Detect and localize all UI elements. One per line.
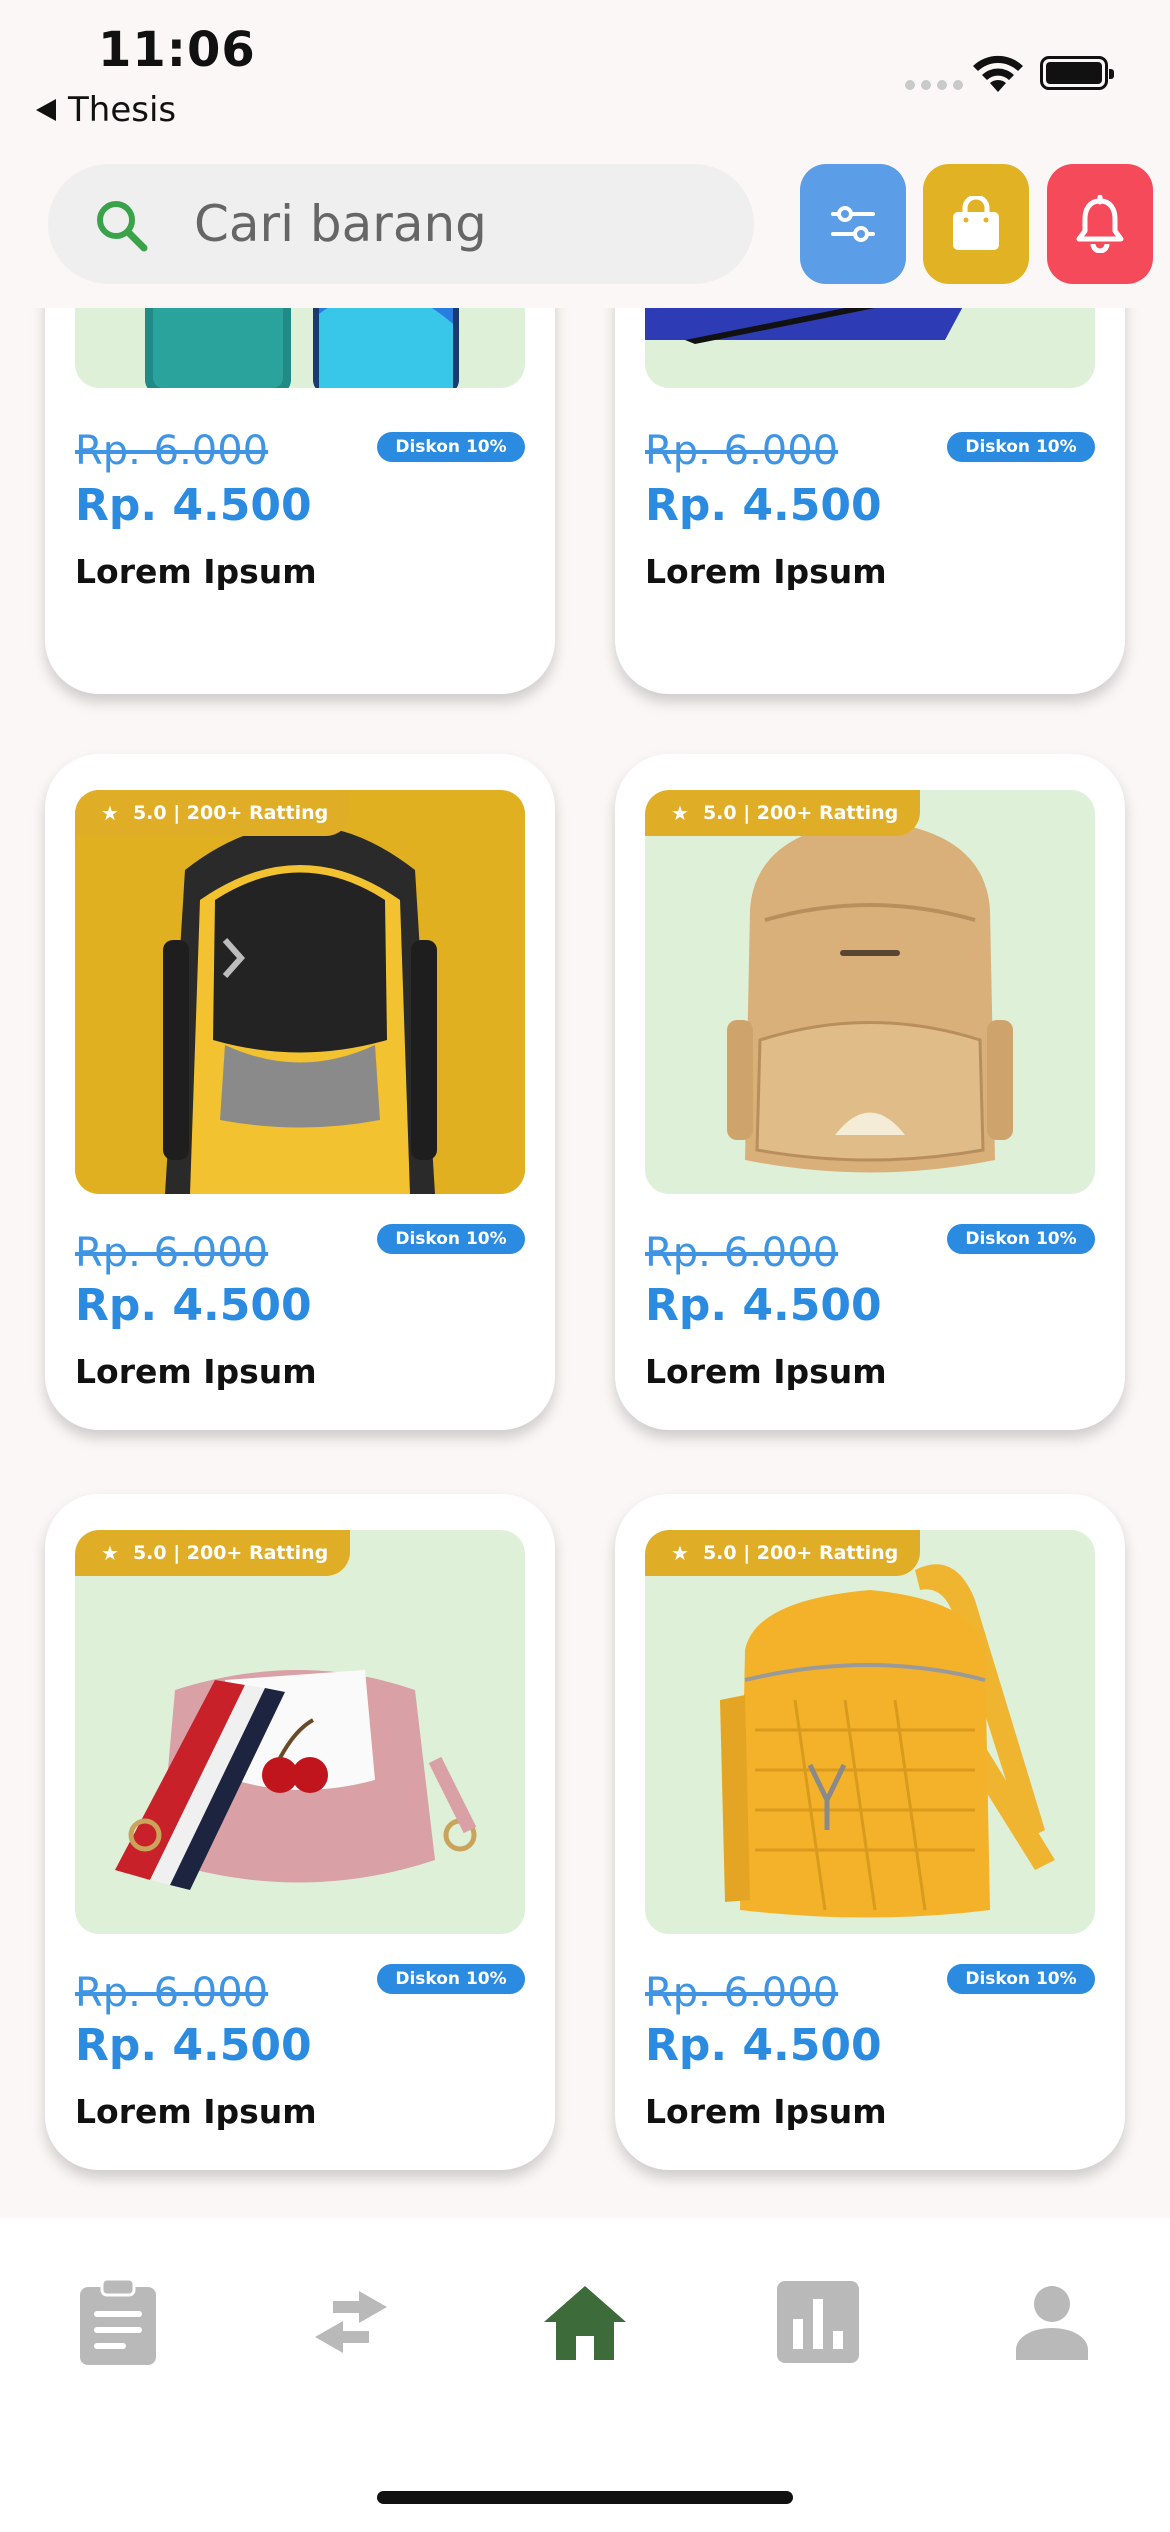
product-image: ★ 5.0 | 200+ Ratting [75, 790, 525, 1194]
rating-text: 5.0 | 200+ Ratting [702, 1542, 899, 1564]
product-image [645, 308, 1095, 388]
original-price: Rp. 6.000 [645, 1970, 839, 2016]
nav-item-home[interactable] [535, 2272, 635, 2372]
filter-icon [831, 206, 875, 242]
search-icon [97, 201, 148, 252]
product-card[interactable]: ★ 5.0 | 200+ Ratting Rp. 6.000 Diskon 10… [45, 1494, 555, 2170]
bottom-navigation [0, 2218, 1170, 2532]
product-name: Lorem Ipsum [645, 1352, 887, 1391]
product-card[interactable]: Rp. 6.000 Diskon 10% Rp. 4.500 Lorem Ips… [45, 308, 555, 694]
beige-backpack-image [727, 792, 1013, 1173]
wifi-icon [973, 55, 1023, 92]
product-image: ★ 5.0 | 200+ Ratting [75, 1530, 525, 1934]
pink-shoulder-bag-image [115, 1670, 477, 1890]
back-app-label: Thesis [68, 90, 177, 130]
discount-badge: Diskon 10% [377, 432, 525, 462]
nav-item-statistics[interactable] [768, 2272, 868, 2372]
rating-badge: ★ 5.0 | 200+ Ratting [75, 790, 351, 836]
product-grid: Rp. 6.000 Diskon 10% Rp. 4.500 Lorem Ips… [0, 308, 1170, 2218]
discounted-price: Rp. 4.500 [75, 1280, 312, 1331]
discount-badge: Diskon 10% [377, 1964, 525, 1994]
product-card[interactable]: ★ 5.0 | 200+ Ratting Rp. 6.000 Diskon 10… [615, 754, 1125, 1430]
nav-item-orders[interactable] [68, 2272, 168, 2372]
rating-text: 5.0 | 200+ Ratting [132, 1542, 329, 1564]
mustard-backpack-image [720, 1564, 1055, 1918]
status-bar: 11:06 Thesis [0, 0, 1170, 150]
original-price: Rp. 6.000 [75, 428, 269, 474]
nav-item-transactions[interactable] [301, 2272, 401, 2372]
discounted-price: Rp. 4.500 [75, 480, 312, 531]
yellow-backpack-image [163, 825, 437, 1194]
home-indicator [377, 2491, 793, 2504]
product-card[interactable]: ★ 5.0 | 200+ Ratting Rp. 6.000 Diskon 10… [615, 1494, 1125, 2170]
product-name: Lorem Ipsum [75, 552, 317, 591]
product-image [75, 308, 525, 388]
product-name: Lorem Ipsum [645, 552, 887, 591]
original-price: Rp. 6.000 [75, 1230, 269, 1276]
product-name: Lorem Ipsum [75, 1352, 317, 1391]
search-input[interactable] [194, 188, 714, 260]
discounted-price: Rp. 4.500 [645, 480, 882, 531]
nav-item-profile[interactable] [1002, 2272, 1102, 2372]
original-price: Rp. 6.000 [645, 1230, 839, 1276]
clipboard-icon [80, 2277, 156, 2365]
swap-arrows-icon [315, 2291, 387, 2353]
discount-badge: Diskon 10% [377, 1224, 525, 1254]
tablet-image [645, 308, 963, 344]
back-to-app-button[interactable]: Thesis [36, 90, 176, 130]
discounted-price: Rp. 4.500 [75, 2020, 312, 2071]
smartphone-image [145, 308, 459, 388]
star-icon: ★ [671, 1541, 689, 1565]
battery-icon [1040, 56, 1114, 90]
star-icon: ★ [101, 1541, 119, 1565]
back-arrow-icon [36, 99, 56, 121]
product-name: Lorem Ipsum [645, 2092, 887, 2131]
product-image: ★ 5.0 | 200+ Ratting [645, 1530, 1095, 1934]
rating-badge: ★ 5.0 | 200+ Ratting [645, 1530, 921, 1576]
rating-text: 5.0 | 200+ Ratting [132, 802, 329, 824]
filter-button[interactable] [800, 164, 906, 284]
bell-icon [1076, 195, 1124, 253]
notification-button[interactable] [1047, 164, 1153, 284]
product-image: ★ 5.0 | 200+ Ratting [645, 790, 1095, 1194]
product-card[interactable]: ★ 5.0 | 200+ Ratting Rp. 6.000 Diskon 10… [45, 754, 555, 1430]
product-card[interactable]: Rp. 6.000 Diskon 10% Rp. 4.500 Lorem Ips… [615, 308, 1125, 694]
cellular-signal-icon [905, 80, 963, 90]
original-price: Rp. 6.000 [75, 1970, 269, 2016]
star-icon: ★ [671, 801, 689, 825]
person-icon [1016, 2286, 1088, 2360]
discount-badge: Diskon 10% [947, 432, 1095, 462]
shopping-bag-icon [953, 196, 999, 250]
search-bar[interactable] [48, 164, 754, 284]
star-icon: ★ [101, 801, 119, 825]
rating-badge: ★ 5.0 | 200+ Ratting [75, 1530, 351, 1576]
shopping-bag-button[interactable] [923, 164, 1029, 284]
discount-badge: Diskon 10% [947, 1224, 1095, 1254]
rating-text: 5.0 | 200+ Ratting [702, 802, 899, 824]
rating-badge: ★ 5.0 | 200+ Ratting [645, 790, 921, 836]
bar-chart-icon [777, 2281, 859, 2363]
discounted-price: Rp. 4.500 [645, 2020, 882, 2071]
discount-badge: Diskon 10% [947, 1964, 1095, 1994]
home-icon [544, 2286, 626, 2360]
discounted-price: Rp. 4.500 [645, 1280, 882, 1331]
status-time: 11:06 [98, 22, 256, 78]
original-price: Rp. 6.000 [645, 428, 839, 474]
product-name: Lorem Ipsum [75, 2092, 317, 2131]
